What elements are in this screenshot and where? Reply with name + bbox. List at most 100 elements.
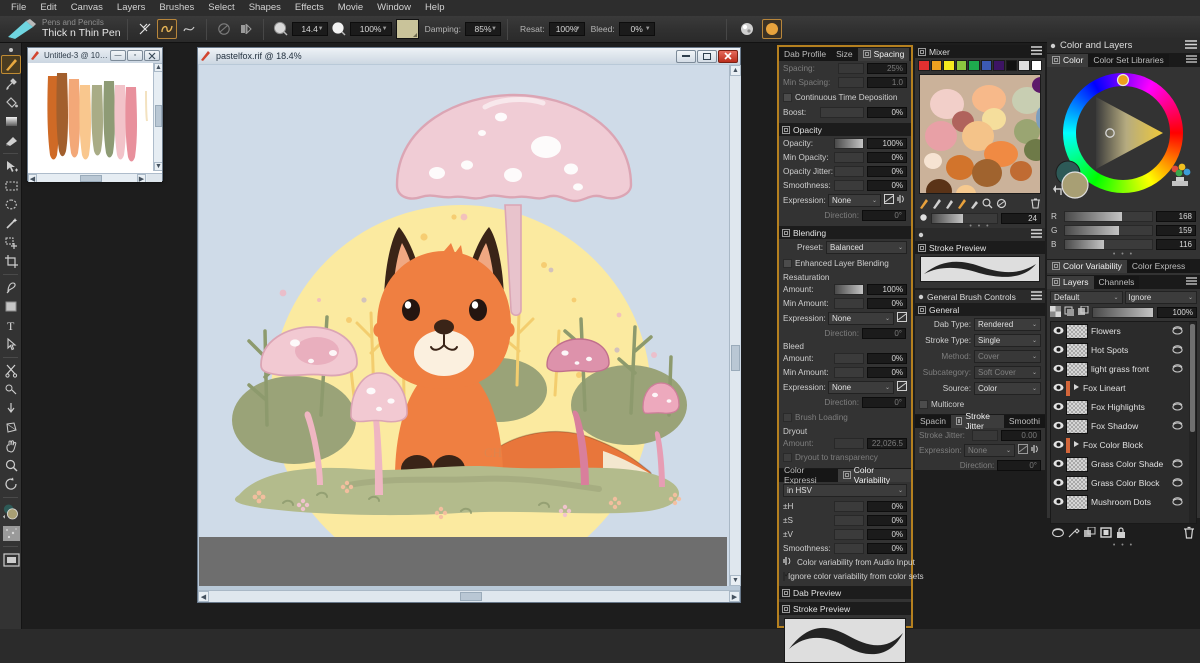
tool-grabber-hand[interactable] [1, 437, 21, 456]
layer-row[interactable]: Grass Color Block [1051, 474, 1193, 493]
layer-blend-icon[interactable] [1172, 325, 1183, 337]
layer-thumbnail[interactable] [1066, 343, 1088, 358]
mixer-size-row[interactable]: 24 [915, 213, 1045, 224]
layer-group-icon[interactable] [1078, 306, 1089, 319]
preserve-transparency-icon[interactable] [1050, 306, 1061, 319]
menu-edit[interactable]: Edit [33, 0, 63, 16]
multicore-row[interactable]: Multicore [915, 396, 1045, 412]
layer-row[interactable]: Fox Shadow [1051, 417, 1193, 436]
apply-color-icon[interactable] [945, 198, 954, 211]
tool-rotate-page[interactable] [1, 475, 21, 494]
chevron-down-icon[interactable]: ⌄ [1032, 385, 1037, 392]
layer-row[interactable]: Flowers [1051, 322, 1193, 341]
menu-brushes[interactable]: Brushes [152, 0, 201, 16]
secondary-vertical-scrollbar[interactable]: ▲ ▼ [153, 63, 162, 171]
paper-grain-icon[interactable] [737, 19, 757, 39]
tool-magic-wand[interactable] [1, 214, 21, 233]
layer-lock-transparency-icon[interactable] [1064, 306, 1075, 319]
bleed-min-slider[interactable] [834, 367, 864, 378]
opacity-expression-row[interactable]: Expression: None⌄ [779, 192, 911, 208]
collapse-box-icon-8[interactable] [918, 244, 926, 252]
layer-properties-icon[interactable] [1068, 527, 1080, 540]
bleed-amount-value[interactable]: 0% [867, 353, 907, 364]
mix-brush-icon[interactable] [919, 198, 929, 211]
layers-resize-dots[interactable]: • • • [1047, 543, 1200, 549]
color-layers-titlebar[interactable]: Color and Layers [1047, 38, 1200, 53]
toolbox-grip[interactable] [1, 45, 21, 55]
canvas-scroll-up-icon[interactable]: ▲ [730, 65, 741, 76]
brush-opacity-input[interactable]: 100% ▼ [350, 22, 392, 36]
rgb-row-g[interactable]: G159 [1047, 223, 1200, 237]
dryout-transparency-row[interactable]: Dryout to transparency [779, 450, 911, 465]
tool-pen[interactable] [1, 278, 21, 297]
ignore-colorsets-row[interactable]: Ignore color variability from color sets [779, 569, 911, 583]
scroll-up-arrow-icon[interactable]: ▲ [154, 63, 162, 72]
chevron-down-icon-3[interactable]: ▼ [491, 23, 497, 36]
spacing-slider[interactable] [838, 63, 864, 74]
color-layers-menu-icon[interactable] [1185, 40, 1197, 51]
resat-min-row[interactable]: Min Amount: 0% [779, 296, 911, 310]
layer-blend-mode-select[interactable]: Default⌄ [1050, 291, 1123, 304]
spacing-value[interactable]: 25% [867, 63, 907, 74]
sample-color-icon[interactable] [970, 198, 979, 211]
secondary-resize-grip[interactable] [147, 174, 162, 182]
tab-smoothing[interactable]: Smoothi [1004, 415, 1045, 428]
mixer-swatch-0[interactable] [918, 60, 930, 71]
eye-icon[interactable] [1053, 459, 1063, 469]
collapse-box-icon-13[interactable] [1052, 278, 1060, 286]
general-field-select[interactable]: Cover⌄ [974, 350, 1041, 363]
dryout-value[interactable]: 22,026.5 [867, 438, 907, 449]
layer-opacity-slider[interactable] [1092, 307, 1154, 318]
menu-file[interactable]: File [4, 0, 33, 16]
canvas-titlebar[interactable]: pastelfox.rif @ 18.4% [198, 48, 740, 64]
canvas-vertical-scrollbar[interactable]: ▲ ▼ [729, 65, 740, 586]
expand-triangle-icon[interactable] [1073, 440, 1080, 450]
tool-eraser[interactable] [1, 131, 21, 150]
layer-name[interactable]: Grass Color Block [1091, 478, 1169, 488]
bleed-amount-slider[interactable] [834, 353, 864, 364]
min-spacing-row[interactable]: Min Spacing: 1.0 [779, 75, 911, 89]
secondary-minimize-button[interactable]: — [110, 50, 126, 61]
new-layer-icon[interactable] [1052, 527, 1064, 540]
collapse-box-icon-12[interactable] [1052, 262, 1060, 270]
layer-name[interactable]: Fox Lineart [1083, 383, 1191, 393]
hsv-mode-row[interactable]: in HSV⌄ [779, 482, 911, 499]
opacity-smoothness-value[interactable]: 0% [867, 180, 907, 191]
hue-variability-row[interactable]: ±H 0% [779, 499, 911, 513]
jitter-expression-row[interactable]: Expression: None⌄ [915, 442, 1045, 458]
val-variability-value[interactable]: 0% [867, 529, 907, 540]
secondary-horizontal-scrollbar[interactable]: ◀ ▶ [28, 173, 162, 182]
dryout-row[interactable]: Amount: 22,026.5 [779, 436, 911, 450]
mixer-pad[interactable] [919, 74, 1041, 194]
damping-input[interactable]: 85% ▼ [465, 22, 501, 36]
boost-value[interactable]: 0% [867, 107, 907, 118]
secondary-close-button[interactable] [144, 50, 160, 61]
enhanced-layer-blending-row[interactable]: Enhanced Layer Blending [779, 256, 911, 271]
opacity-row[interactable]: Opacity: 100% [779, 136, 911, 150]
tab-stroke-jitter[interactable]: Stroke Jitter [951, 415, 1004, 428]
screen-mode-selector[interactable] [1, 550, 21, 570]
primary-secondary-color-swatches[interactable] [1051, 159, 1095, 203]
rgb-slider[interactable] [1064, 211, 1153, 222]
brush-size-input[interactable]: 14.4 ▼ [292, 22, 328, 36]
collapse-box-icon[interactable] [863, 50, 871, 58]
general-field-row[interactable]: Method:Cover⌄ [915, 348, 1045, 364]
min-opacity-slider[interactable] [834, 152, 864, 163]
opacity-jitter-slider[interactable] [834, 166, 864, 177]
layers-scrollbar[interactable] [1189, 322, 1196, 524]
continuous-time-deposition-row[interactable]: Continuous Time Deposition [779, 89, 911, 105]
artwork-canvas[interactable]: CH [199, 65, 727, 545]
chevron-down-icon-2[interactable]: ▼ [382, 23, 388, 36]
lock-icon[interactable] [1116, 527, 1126, 541]
layer-name[interactable]: light grass front [1091, 364, 1169, 374]
resat-amount-row[interactable]: Amount: 100% [779, 282, 911, 296]
ignore-colorsets-checkbox[interactable] [783, 572, 785, 581]
general-field-select[interactable]: Soft Cover⌄ [974, 366, 1041, 379]
chevron-down-icon-5[interactable]: ▼ [645, 23, 651, 36]
menu-help[interactable]: Help [418, 0, 452, 16]
chevron-down-icon[interactable]: ⌄ [1032, 353, 1037, 360]
min-opacity-row[interactable]: Min Opacity: 0% [779, 150, 911, 164]
rgb-row-b[interactable]: B116 [1047, 237, 1200, 251]
canvas-maximize-button[interactable] [697, 50, 717, 63]
layer-blend-icon[interactable] [1172, 496, 1183, 508]
